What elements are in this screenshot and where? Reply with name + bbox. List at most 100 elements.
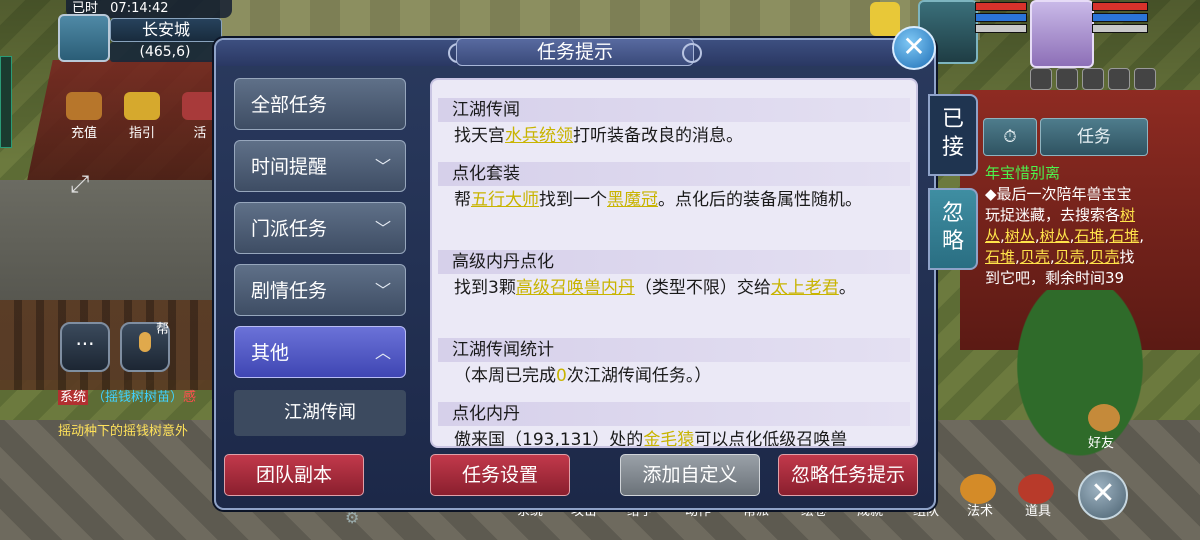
tab-ignored[interactable]: 忽略 <box>928 188 978 270</box>
text: 打听装备改良的消息。 <box>573 126 743 146</box>
tab-label: 略 <box>941 229 964 254</box>
tab-label: 接 <box>941 135 964 160</box>
dialog-title: 任务提示 <box>456 38 694 66</box>
text: （类型不限）交给 <box>634 278 771 298</box>
player-hp-bar <box>1092 2 1148 11</box>
npc-link[interactable]: 太上老君 <box>771 278 839 298</box>
buff-icon[interactable] <box>1030 68 1052 90</box>
chat-item-link[interactable]: （摇钱树树苗） <box>92 390 183 405</box>
activity-icon <box>182 92 218 120</box>
top-left-icons: 充值 指引 活 <box>62 92 222 142</box>
npc-link[interactable]: 水兵统领 <box>505 126 573 146</box>
treasure-chest-icon <box>66 92 102 120</box>
tracker-link[interactable]: 贝壳 <box>1020 248 1050 266</box>
activity-label: 活 <box>193 126 207 141</box>
guide-button[interactable]: 指引 <box>120 92 164 141</box>
chat-bubble-icon[interactable] <box>60 322 110 372</box>
pet-hp-bar <box>975 2 1027 11</box>
npc-link[interactable]: 金毛猿 <box>643 430 694 446</box>
category-label: 时间提醒 <box>251 156 328 178</box>
section-body: 找天宫水兵统领打听装备改良的消息。 <box>454 124 900 148</box>
subcategory-rumor[interactable]: 江湖传闻 <box>234 390 406 436</box>
left-edge-tab[interactable] <box>0 56 12 148</box>
task-tracker-button[interactable]: 任务 <box>1040 118 1148 156</box>
player-coordinates: (465,6) <box>110 42 220 62</box>
tracker-quest-title[interactable]: 年宝惜别离 <box>985 162 1060 183</box>
tracker-link[interactable]: 树丛 <box>1040 227 1070 245</box>
close-icon[interactable]: ✕ <box>892 26 936 70</box>
tracker-link[interactable]: 石堆 <box>1109 227 1139 245</box>
section-body: 找到3颗高级召唤兽内丹（类型不限）交给太上老君。 <box>454 276 900 300</box>
guide-label: 指引 <box>128 126 155 141</box>
category-time[interactable]: 时间提醒 ﹀ <box>234 140 406 192</box>
count-value: 0 <box>556 366 567 386</box>
tracker-link[interactable]: 石堆 <box>985 248 1015 266</box>
tracker-link[interactable]: 贝壳 <box>1055 248 1085 266</box>
task-settings-button[interactable]: 任务设置 <box>430 454 570 496</box>
buff-icon[interactable] <box>1108 68 1130 90</box>
category-label: 剧情任务 <box>251 280 328 302</box>
pet-mp-bar <box>975 13 1027 22</box>
handshake-icon[interactable] <box>1088 404 1120 432</box>
add-custom-button[interactable]: 添加自定义 <box>620 454 760 496</box>
expand-arrows-icon[interactable]: ⤢ <box>70 170 98 198</box>
tab-accepted[interactable]: 已接 <box>928 94 978 176</box>
buff-icon[interactable] <box>1082 68 1104 90</box>
player-mp-bar <box>1092 13 1148 22</box>
team-dungeon-button[interactable]: 团队副本 <box>224 454 364 496</box>
section-title: 高级内丹点化 <box>438 250 910 274</box>
chat-message-continued: 摇动种下的摇钱树意外 <box>58 424 189 439</box>
buff-icon[interactable] <box>1134 68 1156 90</box>
bottom-spell[interactable]: 法术 <box>960 500 1000 519</box>
category-all[interactable]: 全部任务 <box>234 78 406 130</box>
tracker-link[interactable]: 石堆 <box>1074 227 1104 245</box>
minimap-icon[interactable] <box>58 14 110 62</box>
section-body: 帮五行大师找到一个黑魔冠。点化后的装备属性随机。 <box>454 188 900 212</box>
buff-icon[interactable] <box>1056 68 1078 90</box>
text: 找到3颗 <box>454 278 516 298</box>
text: （本周已完成 <box>454 366 556 386</box>
tree <box>1000 290 1160 480</box>
tab-label: 已 <box>941 107 964 132</box>
title-ornament-icon <box>682 43 702 63</box>
system-tag: 系统 <box>58 390 89 405</box>
chevron-up-icon: ︿ <box>374 343 391 362</box>
category-sect[interactable]: 门派任务 ﹀ <box>234 202 406 254</box>
tracker-link[interactable]: 树丛 <box>1005 227 1035 245</box>
task-content-panel[interactable]: 江湖传闻 找天宫水兵统领打听装备改良的消息。 点化套装 帮五行大师找到一个黑魔冠… <box>430 78 918 448</box>
player-exp-bar <box>1092 24 1148 33</box>
category-other[interactable]: 其他 ︿ <box>234 326 406 378</box>
category-story[interactable]: 剧情任务 ﹀ <box>234 264 406 316</box>
gear-icon[interactable]: ⚙ <box>345 508 359 527</box>
text: 。点化后的装备属性随机。 <box>658 190 862 210</box>
section-body: （本周已完成0次江湖传闻任务。） <box>454 364 900 388</box>
ignore-task-tips-button[interactable]: 忽略任务提示 <box>778 454 918 496</box>
task-dialog: 任务提示 ✕ 全部任务 时间提醒 ﹀ 门派任务 ﹀ 剧情任务 ﹀ 其他 ︿ 江湖… <box>214 26 978 510</box>
bottom-items[interactable]: 道具 <box>1018 500 1058 519</box>
player-avatar[interactable] <box>1030 0 1094 68</box>
item-link[interactable]: 黑魔冠 <box>607 190 658 210</box>
close-menu-icon[interactable]: ✕ <box>1078 470 1128 520</box>
tracker-quest-body[interactable]: ◆最后一次陪年兽宝宝玩捉迷藏，去搜索各树丛,树丛,树丛,石堆,石堆,石堆,贝壳,… <box>985 184 1145 289</box>
item-link[interactable]: 高级召唤兽内丹 <box>516 278 635 298</box>
category-label: 其他 <box>251 342 290 364</box>
tracker-text: ◆最后一次陪年兽宝宝玩捉迷藏，去搜索各 <box>985 185 1132 224</box>
text: 找天宫 <box>454 126 505 146</box>
recharge-button[interactable]: 充值 <box>62 92 106 141</box>
city-name[interactable]: 长安城 <box>110 18 222 42</box>
chat-message: 系统 （摇钱树树苗）感 <box>58 386 196 405</box>
pet-badge-icon[interactable] <box>870 2 900 36</box>
section-title: 江湖传闻 <box>438 98 910 122</box>
clock-icon[interactable]: ⏱ <box>983 118 1037 156</box>
chevron-down-icon: ﹀ <box>374 281 391 300</box>
text: 找到一个 <box>539 190 607 210</box>
npc-link[interactable]: 五行大师 <box>471 190 539 210</box>
tracker-link[interactable]: 贝壳 <box>1089 248 1119 266</box>
text: 帮 <box>454 190 471 210</box>
pet-status-bars <box>975 2 1027 36</box>
chat-red-text: 感 <box>183 390 197 405</box>
friend-label: 好友 <box>1088 436 1115 451</box>
text: 。 <box>838 278 856 298</box>
category-label: 全部任务 <box>251 94 328 116</box>
section-title: 点化套装 <box>438 162 910 186</box>
